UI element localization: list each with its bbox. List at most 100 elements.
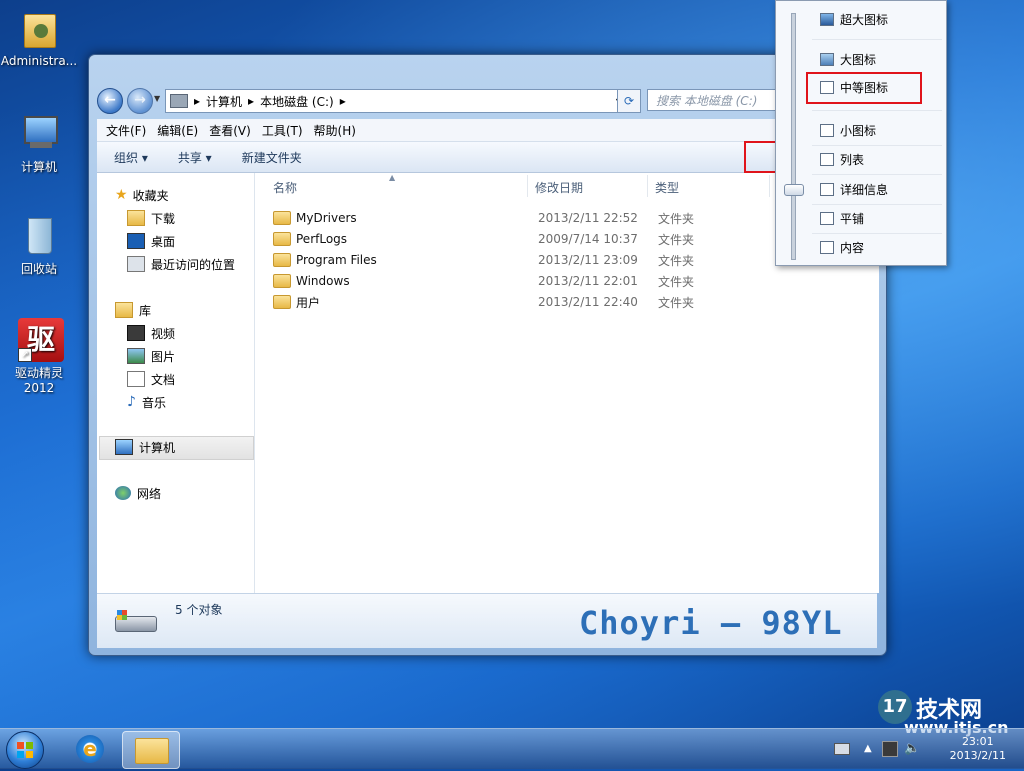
show-hidden-icons-button[interactable]: ▲ (864, 743, 872, 754)
desktop-icon-recycle-bin[interactable]: 回收站 (0, 214, 78, 277)
clock-time: 23:01 (961, 735, 994, 748)
desktop-icon-computer[interactable]: 计算机 (0, 112, 78, 175)
menu-edit[interactable]: 编辑(E) (157, 122, 198, 139)
column-header-type[interactable]: 类型 (655, 179, 679, 196)
drive-icon (170, 94, 188, 108)
folder-icon (273, 295, 291, 309)
nav-desktop[interactable]: 桌面 (127, 231, 175, 251)
view-option-small-icons[interactable]: 小图标 (820, 119, 876, 141)
view-option-extra-large-icons[interactable]: 超大图标 (820, 8, 888, 30)
view-option-list[interactable]: 列表 (820, 148, 864, 170)
forward-button[interactable]: → (127, 88, 153, 114)
desktop-icon-label: 2012 (23, 381, 55, 395)
address-row: ← → ▼ ▸ 计算机 ▸ 本地磁盘 (C:) ▸ ▼ ⟳ 搜索 本地磁盘 (C… (97, 85, 892, 115)
tiles-view-icon (820, 211, 834, 225)
breadcrumb-separator-icon: ▸ (339, 94, 346, 108)
extra-large-icons-icon (820, 12, 834, 26)
system-tray: ▲ 🔈 23:01 2013/2/11 (824, 729, 1024, 769)
windows-explorer-icon (135, 738, 169, 764)
network-tray-icon[interactable] (882, 741, 898, 757)
breadcrumb-separator-icon: ▸ (194, 94, 201, 108)
nav-favorites[interactable]: ★ 收藏夹 (115, 185, 169, 205)
taskbar-windows-explorer[interactable] (122, 731, 180, 769)
nav-downloads[interactable]: 下载 (127, 208, 175, 228)
folder-icon (273, 211, 291, 225)
menu-divider (812, 39, 942, 40)
share-button[interactable]: 共享 ▾ (178, 149, 212, 166)
breadcrumb-computer[interactable]: 计算机 (206, 93, 242, 110)
view-option-content[interactable]: 内容 (820, 236, 864, 258)
desktop-icon-driver-genius[interactable]: 驱 ↗ 驱动精灵 2012 (0, 318, 78, 395)
new-folder-button[interactable]: 新建文件夹 (242, 149, 302, 166)
nav-pictures[interactable]: 图片 (127, 346, 175, 366)
desktop-icon-label: 计算机 (20, 160, 57, 174)
recent-places-icon (127, 256, 145, 272)
refresh-icon: ⟳ (623, 94, 635, 108)
view-option-tiles[interactable]: 平铺 (820, 207, 864, 229)
column-divider[interactable] (769, 175, 770, 197)
nav-computer[interactable]: 计算机 (115, 437, 175, 457)
breadcrumb-drive[interactable]: 本地磁盘 (C:) (260, 93, 334, 110)
menu-help[interactable]: 帮助(H) (314, 122, 356, 139)
user-folder-icon (18, 8, 60, 50)
downloads-icon (127, 210, 145, 226)
recent-pages-dropdown[interactable]: ▼ (154, 94, 160, 103)
view-option-details[interactable]: 详细信息 (820, 178, 888, 200)
folder-icon (273, 253, 291, 267)
menu-file[interactable]: 文件(F) (106, 122, 146, 139)
column-header-date[interactable]: 修改日期 (535, 179, 583, 196)
view-option-large-icons[interactable]: 大图标 (820, 48, 876, 70)
sort-indicator-icon: ▲ (389, 173, 396, 182)
column-divider[interactable] (527, 175, 528, 197)
windows-logo-icon (17, 742, 33, 758)
file-row[interactable]: Windows 2013/2/11 22:01 文件夹 (273, 271, 873, 291)
computer-icon (115, 439, 133, 455)
column-header-name[interactable]: 名称 (273, 179, 297, 196)
pictures-icon (127, 348, 145, 364)
start-button[interactable] (6, 731, 44, 769)
internet-explorer-icon: e (76, 735, 104, 763)
back-arrow-icon: ← (104, 92, 116, 108)
clock[interactable]: 23:01 2013/2/11 (950, 735, 1006, 763)
organize-button[interactable]: 组织 ▾ (114, 149, 148, 166)
small-icons-icon (820, 123, 834, 137)
menu-divider (812, 174, 942, 175)
item-count: 5 个对象 (175, 603, 223, 617)
folder-icon (273, 274, 291, 288)
network-icon (115, 486, 131, 500)
refresh-button[interactable]: ⟳ (617, 89, 641, 113)
shortcut-arrow-icon: ↗ (18, 348, 32, 362)
nav-videos[interactable]: 视频 (127, 323, 175, 343)
view-slider-track[interactable] (791, 13, 796, 260)
file-row[interactable]: 用户 2013/2/11 22:40 文件夹 (273, 292, 873, 312)
menu-tools[interactable]: 工具(T) (262, 122, 303, 139)
desktop-icon-label: Administra... (0, 54, 78, 68)
taskbar: e ▲ 🔈 23:01 2013/2/11 (0, 728, 1024, 769)
clock-date: 2013/2/11 (949, 749, 1006, 762)
menu-bar: 文件(F) 编辑(E) 查看(V) 工具(T) 帮助(H) (97, 119, 877, 142)
menu-view[interactable]: 查看(V) (209, 122, 251, 139)
keyboard-icon[interactable] (834, 743, 850, 755)
desktop-icon (127, 233, 145, 249)
computer-icon (18, 112, 60, 154)
nav-music[interactable]: ♪ 音乐 (127, 392, 166, 412)
taskbar-internet-explorer[interactable]: e (62, 731, 118, 767)
view-slider-thumb[interactable] (784, 184, 804, 196)
nav-recent-places[interactable]: 最近访问的位置 (127, 254, 235, 274)
desktop-icon-user-folder[interactable]: Administra... (0, 8, 78, 68)
medium-icons-highlight (806, 72, 922, 104)
status-bar: 5 个对象 Choyri — 98YL (97, 593, 877, 648)
folder-icon (273, 232, 291, 246)
nav-documents[interactable]: 文档 (127, 369, 175, 389)
content-view-icon (820, 240, 834, 254)
back-button[interactable]: ← (97, 88, 123, 114)
nav-libraries[interactable]: 库 (115, 300, 151, 320)
nav-network[interactable]: 网络 (115, 483, 161, 503)
column-divider[interactable] (647, 175, 648, 197)
volume-icon[interactable]: 🔈 (904, 741, 920, 756)
list-view-icon (820, 152, 834, 166)
libraries-icon (115, 302, 133, 318)
address-bar[interactable]: ▸ 计算机 ▸ 本地磁盘 (C:) ▸ ▼ (165, 89, 629, 113)
forward-arrow-icon: → (134, 92, 146, 108)
videos-icon (127, 325, 145, 341)
